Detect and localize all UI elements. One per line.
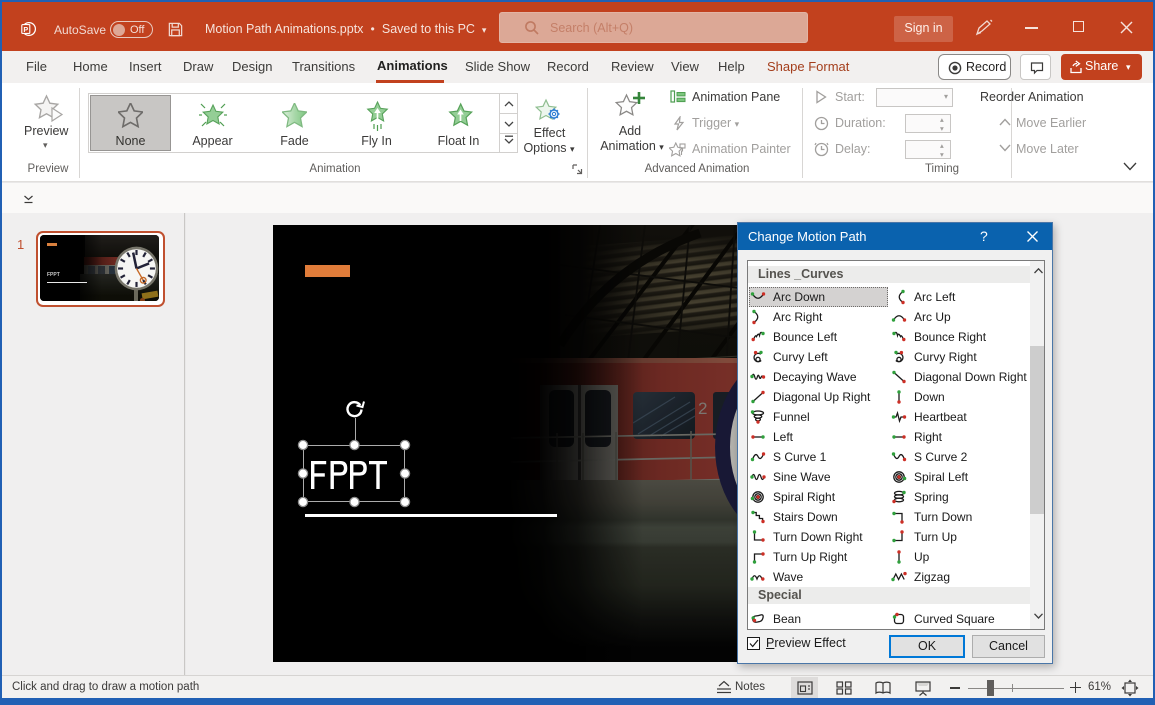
svg-text:P: P [23, 25, 28, 34]
